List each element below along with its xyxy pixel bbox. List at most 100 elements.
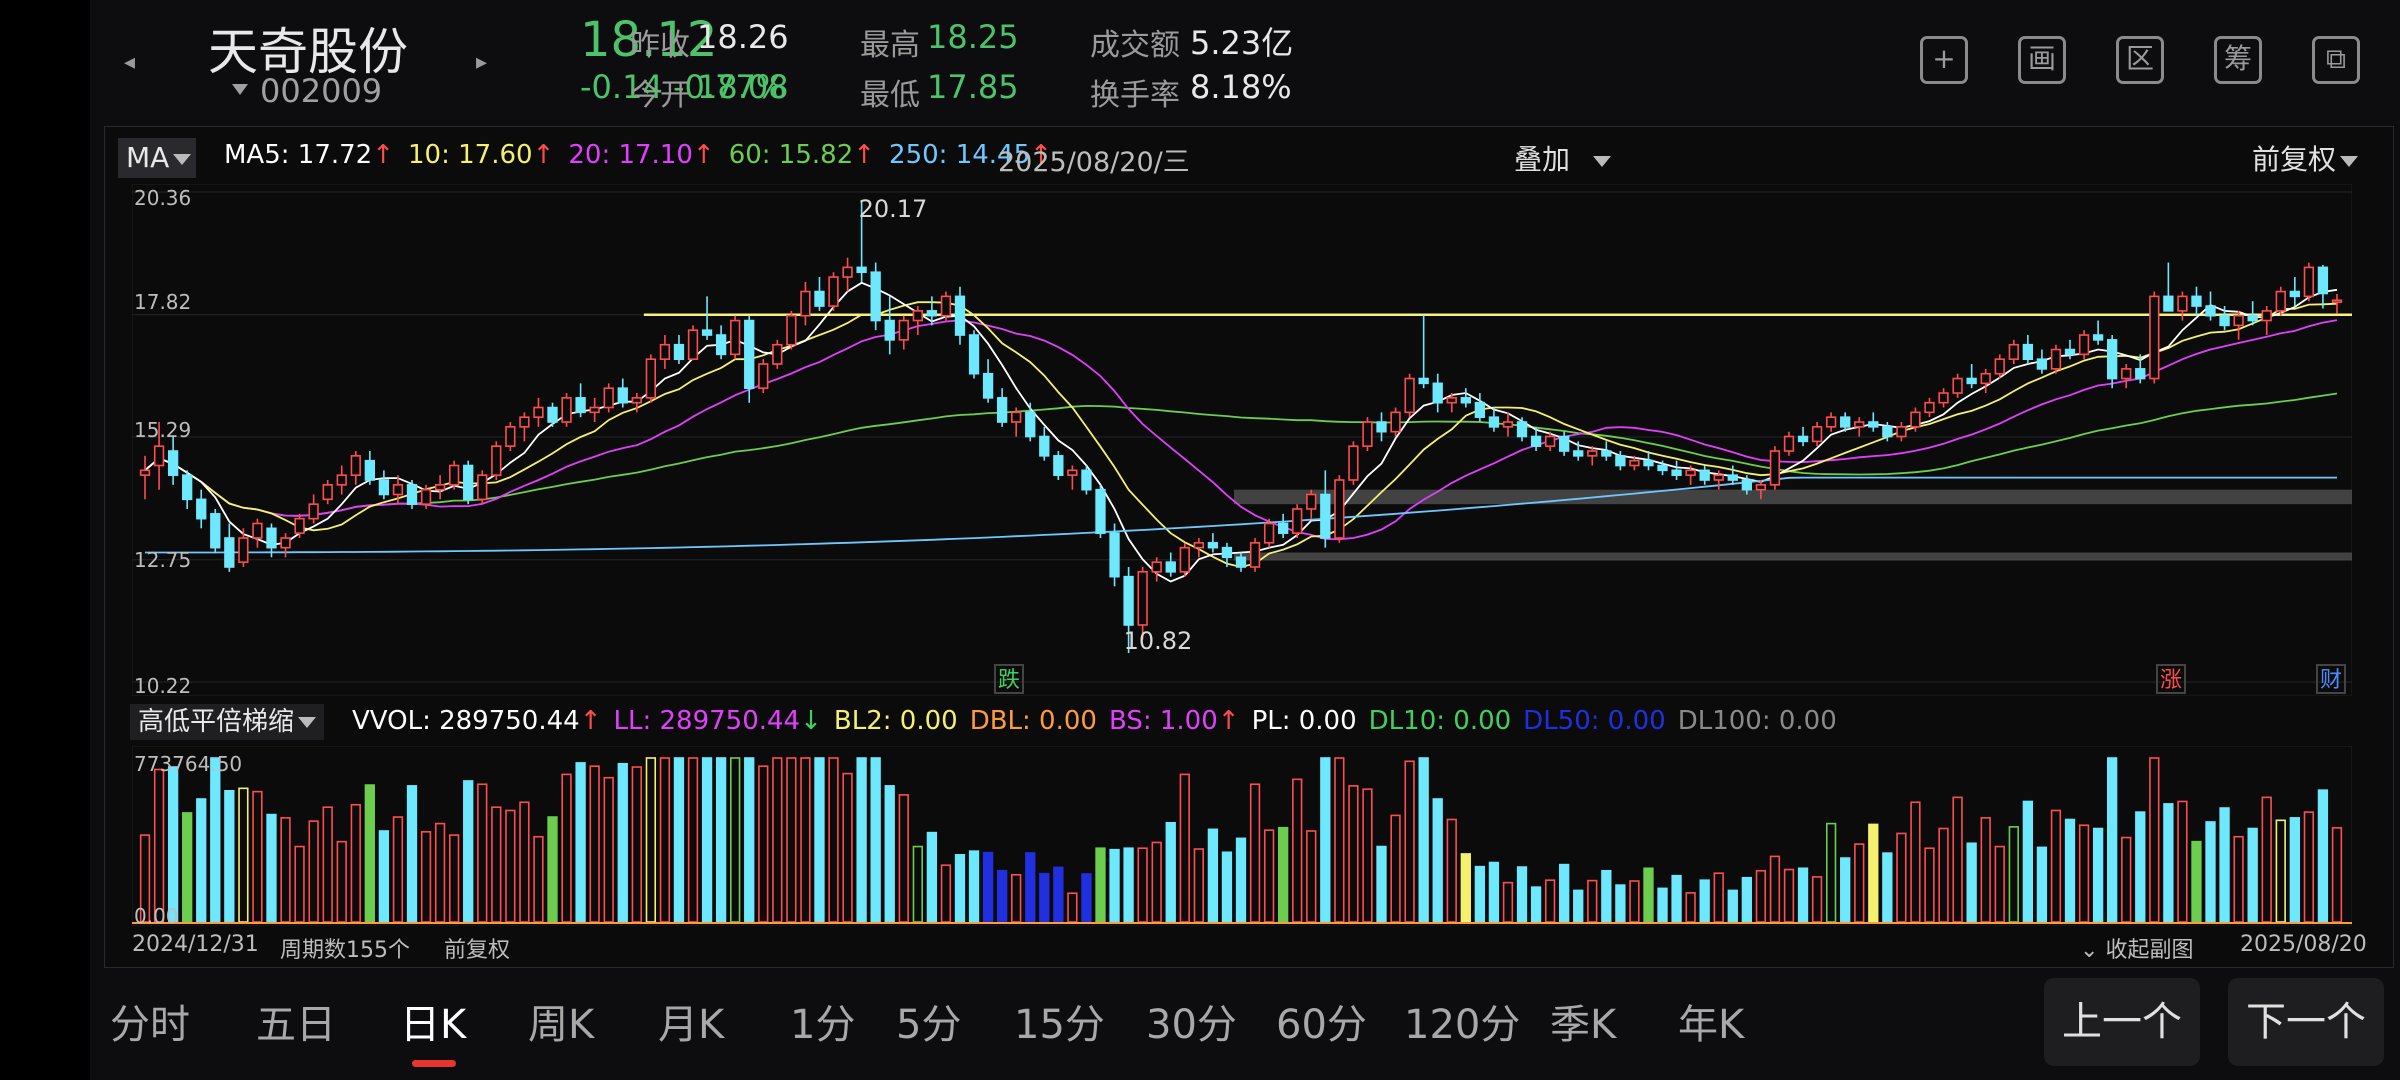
tab-period[interactable]: 30分 [1146, 992, 1237, 1050]
volume-bar [2331, 827, 2343, 923]
volume-bar [1488, 861, 1500, 923]
volume-bar [196, 798, 207, 923]
tab-period[interactable]: 120分 [1404, 992, 1520, 1050]
volume-bar [1067, 892, 1078, 923]
collapse-subchart-button[interactable]: ⌄ 收起副图 [2080, 932, 2193, 964]
add-icon[interactable]: + [1920, 36, 1968, 84]
candle-body [589, 406, 600, 414]
volume-bar [1980, 817, 1991, 923]
candle-body [1502, 421, 1514, 428]
candle-body [1685, 469, 1696, 476]
next-stock-button[interactable]: 下一个 [2228, 978, 2384, 1066]
volume-chart[interactable] [132, 746, 2352, 926]
candle-body [786, 314, 797, 346]
volume-bar [1249, 783, 1261, 923]
chevron-down-icon [173, 153, 192, 165]
volume-bar [730, 757, 741, 923]
overlay-select[interactable]: 叠加 [1514, 138, 1611, 178]
volume-bar [2275, 819, 2286, 923]
stock-code[interactable]: 002009 [260, 72, 382, 110]
ma-value: 60: 15.82 [728, 140, 854, 170]
volume-bar [2121, 836, 2132, 923]
volume-bar [1193, 848, 1205, 923]
adjust-select[interactable]: 前复权 [2252, 138, 2359, 178]
volume-bar [491, 806, 502, 923]
candle-body [828, 276, 839, 307]
volume-bar [715, 757, 727, 923]
candle-body [940, 295, 952, 317]
candle-body [617, 387, 628, 404]
kline-chart[interactable]: 20.17 10.82 [132, 184, 2352, 696]
volume-bar [631, 766, 642, 923]
up-arrow-icon: ↑ [372, 140, 395, 170]
candle-body [2317, 266, 2329, 295]
volume-bar [308, 820, 319, 923]
candle-body [1362, 421, 1373, 447]
tab-period[interactable]: 年K [1678, 992, 1744, 1050]
tab-period[interactable]: 日K [400, 992, 466, 1050]
tab-period[interactable]: 5分 [896, 992, 961, 1050]
volume-bar [448, 834, 460, 923]
candle-body [898, 319, 909, 341]
ma-line [145, 476, 2337, 554]
volume-bar [1587, 879, 1598, 923]
candle-body [2149, 295, 2160, 380]
volume-bar [2205, 821, 2216, 923]
volume-bar [898, 794, 909, 923]
chevron-down-icon [298, 717, 317, 728]
volume-bar [1783, 868, 1795, 923]
candle-body [1699, 469, 1710, 481]
next-stock-arrow-icon[interactable]: ▸ [476, 50, 487, 75]
candle-body [1348, 445, 1359, 481]
candle-body [1292, 508, 1303, 534]
event-marker[interactable]: 涨 [2156, 664, 2186, 694]
volume-indicator-select[interactable]: 高低平倍梯缩 [130, 704, 325, 740]
volume-bar [336, 840, 347, 923]
draw-icon[interactable]: 画 [2018, 36, 2066, 84]
stock-code-dropdown-icon[interactable] [232, 84, 248, 95]
event-marker[interactable]: 财 [2316, 664, 2346, 694]
candle-body [1109, 532, 1120, 578]
candle-body [280, 537, 291, 549]
tab-period[interactable]: 五日 [256, 992, 336, 1050]
range-icon[interactable]: 区 [2116, 36, 2164, 84]
volume-bar [589, 765, 600, 923]
candle-body [1980, 372, 1991, 385]
candle-body [294, 517, 305, 534]
tab-period[interactable]: 分时 [110, 992, 190, 1050]
volume-bar [1432, 798, 1443, 923]
quote-value: 18.25 [927, 18, 1019, 56]
indicator-select[interactable]: MA [118, 138, 196, 178]
candle-body [687, 329, 699, 360]
volume-bar [2008, 826, 2019, 923]
rotate-icon[interactable]: ⧉ [2312, 36, 2360, 84]
prev-stock-arrow-icon[interactable]: ◂ [124, 50, 135, 75]
tab-period[interactable]: 周K [528, 992, 594, 1050]
quote-value: 8.18% [1190, 68, 1292, 106]
candle-body [2064, 348, 2076, 356]
volume-bar [1123, 847, 1134, 923]
volume-bar [2092, 827, 2104, 923]
volume-bar [1727, 889, 1738, 923]
chip-icon[interactable]: 筹 [2214, 36, 2262, 84]
volume-bar [926, 831, 938, 923]
volume-bar [758, 765, 769, 923]
volume-bar [266, 813, 277, 923]
volume-bar [252, 790, 263, 923]
support-zone [1233, 552, 2352, 561]
candle-body [1643, 459, 1654, 467]
tab-period[interactable]: 1分 [790, 992, 855, 1050]
candle-body [252, 522, 263, 539]
up-arrow-icon: ↑ [692, 140, 715, 170]
candle-body [1615, 455, 1626, 467]
candle-body [1025, 411, 1036, 438]
quote-label: 换手率 [1090, 78, 1180, 113]
prev-stock-button[interactable]: 上一个 [2044, 978, 2200, 1066]
volume-bar [2219, 807, 2230, 923]
tab-period[interactable]: 15分 [1014, 992, 1105, 1050]
tab-period[interactable]: 季K [1550, 992, 1616, 1050]
tab-period[interactable]: 60分 [1276, 992, 1367, 1050]
tab-period[interactable]: 月K [658, 992, 724, 1050]
event-marker[interactable]: 跌 [994, 664, 1024, 694]
volume-bar [1390, 814, 1401, 923]
